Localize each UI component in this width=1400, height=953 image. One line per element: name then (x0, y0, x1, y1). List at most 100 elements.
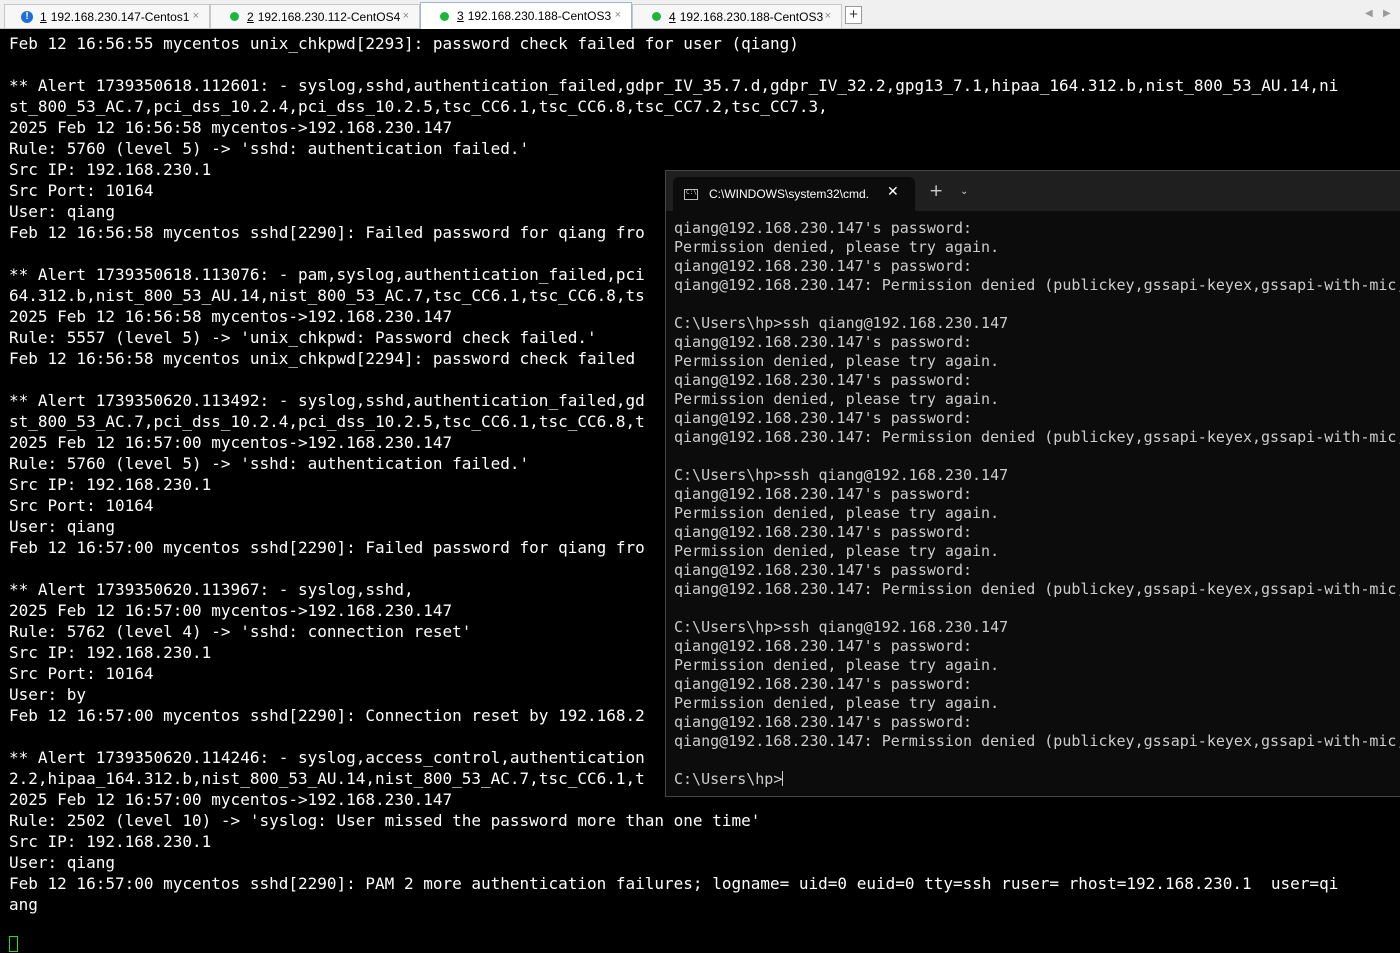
terminal-line: st_800_53_AC.7,pci_dss_10.2.4,pci_dss_10… (9, 97, 828, 116)
cmd-console[interactable]: qiang@192.168.230.147's password: Permiss… (666, 211, 1400, 796)
cmd-text-cursor (782, 771, 784, 786)
terminal-line: Rule: 5762 (level 4) -> 'sshd: connectio… (9, 622, 472, 641)
terminal-line: Feb 12 16:56:58 mycentos unix_chkpwd[229… (9, 349, 636, 368)
terminal-line: Src IP: 192.168.230.1 (9, 475, 212, 494)
tab-label: 192.168.230.188-CentOS3 (467, 9, 612, 23)
cmd-line: qiang@192.168.230.147's password: (674, 523, 973, 541)
cmd-tab[interactable]: C:\ C:\WINDOWS\system32\cmd. ✕ (673, 177, 915, 211)
terminal-line: Rule: 5760 (level 5) -> 'sshd: authentic… (9, 139, 530, 158)
terminal-line: User: qiang (9, 517, 115, 536)
cmd-line: qiang@192.168.230.147: Permission denied… (674, 732, 1400, 750)
connected-status-icon (230, 12, 239, 21)
cmd-line: Permission denied, please try again. (674, 390, 1000, 408)
session-tab-3[interactable]: 3 192.168.230.188-CentOS3 × (420, 2, 632, 29)
session-tab-2[interactable]: 2 192.168.230.112-CentOS4 × (210, 4, 420, 28)
terminal-line: Src Port: 10164 (9, 664, 154, 683)
tab-number: 3 (457, 9, 464, 23)
chevron-down-icon[interactable]: ⌄ (960, 186, 968, 197)
terminal-line: ** Alert 1739350618.112601: - syslog,ssh… (9, 76, 1339, 95)
terminal-line: ** Alert 1739350618.113076: - pam,syslog… (9, 265, 645, 284)
tab-number: 1 (40, 9, 47, 24)
terminal-line: ang (9, 895, 38, 914)
terminal-line: User: qiang (9, 202, 115, 221)
cmd-line: qiang@192.168.230.147's password: (674, 371, 973, 389)
session-tab-bar: ! 1 192.168.230.147-Centos1 × 2 192.168.… (0, 0, 1400, 29)
terminal-line: Rule: 5760 (level 5) -> 'sshd: authentic… (9, 454, 530, 473)
connected-status-icon (652, 12, 661, 21)
terminal-line: Feb 12 16:56:58 mycentos sshd[2290]: Fai… (9, 223, 645, 242)
tab-number: 2 (247, 9, 254, 24)
cmd-line: Permission denied, please try again. (674, 694, 1000, 712)
terminal-line: ** Alert 1739350620.114246: - syslog,acc… (9, 748, 645, 767)
cmd-line: qiang@192.168.230.147's password: (674, 713, 973, 731)
cmd-line: Permission denied, please try again. (674, 542, 1000, 560)
cmd-window[interactable]: C:\ C:\WINDOWS\system32\cmd. ✕ + ⌄ qiang… (665, 170, 1400, 797)
terminal-line: 2.2,hipaa_164.312.b,nist_800_53_AU.14,ni… (9, 769, 645, 788)
terminal-line: ** Alert 1739350620.113492: - syslog,ssh… (9, 391, 645, 410)
cmd-prompt-icon: C:\ (684, 189, 698, 200)
cmd-title-bar[interactable]: C:\ C:\WINDOWS\system32\cmd. ✕ + ⌄ (666, 171, 1400, 211)
terminal-line: 2025 Feb 12 16:57:00 mycentos->192.168.2… (9, 433, 453, 452)
terminal-line: User: by (9, 685, 87, 704)
close-tab-icon[interactable]: × (615, 9, 621, 21)
new-tab-button[interactable]: + (929, 183, 943, 200)
cmd-line: qiang@192.168.230.147's password: (674, 561, 973, 579)
cmd-line: Permission denied, please try again. (674, 238, 1000, 256)
terminal-line: Src Port: 10164 (9, 496, 154, 515)
close-icon[interactable]: ✕ (887, 184, 899, 200)
terminal-line: 2025 Feb 12 16:57:00 mycentos->192.168.2… (9, 601, 453, 620)
cmd-line: qiang@192.168.230.147's password: (674, 333, 973, 351)
cmd-line: qiang@192.168.230.147's password: (674, 257, 973, 275)
terminal-line: ** Alert 1739350620.113967: - syslog,ssh… (9, 580, 414, 599)
cmd-line: qiang@192.168.230.147's password: (674, 219, 973, 237)
terminal-line: Feb 12 16:57:00 mycentos sshd[2290]: Con… (9, 706, 645, 725)
warning-icon: ! (21, 10, 33, 23)
cmd-line: Permission denied, please try again. (674, 504, 1000, 522)
cmd-line: C:\Users\hp>ssh qiang@192.168.230.147 (674, 466, 1009, 484)
cmd-line: Permission denied, please try again. (674, 656, 1000, 674)
cmd-icon-text: C:\ (686, 189, 697, 196)
terminal-line: Rule: 2502 (level 10) -> 'syslog: User m… (9, 811, 761, 830)
terminal-line: Feb 12 16:57:00 mycentos sshd[2290]: Fai… (9, 538, 645, 557)
tab-number: 4 (669, 9, 676, 24)
terminal-line: 2025 Feb 12 16:57:00 mycentos->192.168.2… (9, 790, 453, 809)
terminal-line: Rule: 5557 (level 5) -> 'unix_chkpwd: Pa… (9, 328, 597, 347)
cmd-line: qiang@192.168.230.147's password: (674, 485, 973, 503)
cmd-line: qiang@192.168.230.147: Permission denied… (674, 428, 1400, 446)
terminal-line: Src IP: 192.168.230.1 (9, 160, 212, 179)
tab-label: 192.168.230.147-Centos1 (50, 9, 190, 24)
terminal-line: st_800_53_AC.7,pci_dss_10.2.4,pci_dss_10… (9, 412, 645, 431)
close-tab-icon[interactable]: × (193, 10, 199, 22)
cmd-line: qiang@192.168.230.147's password: (674, 675, 973, 693)
terminal-line: Feb 12 16:57:00 mycentos sshd[2290]: PAM… (9, 874, 1339, 893)
close-tab-icon[interactable]: × (403, 10, 409, 22)
cmd-line: qiang@192.168.230.147: Permission denied… (674, 276, 1400, 294)
terminal-line: 2025 Feb 12 16:56:58 mycentos->192.168.2… (9, 307, 453, 326)
tab-label: 192.168.230.188-CentOS3 (679, 9, 824, 24)
terminal-line: 2025 Feb 12 16:56:58 mycentos->192.168.2… (9, 118, 453, 137)
terminal-line: Src IP: 192.168.230.1 (9, 832, 212, 851)
terminal-line: Src Port: 10164 (9, 181, 154, 200)
terminal-line: 64.312.b,nist_800_53_AU.14,nist_800_53_A… (9, 286, 645, 305)
terminal-line: User: qiang (9, 853, 115, 872)
scroll-tabs-left-icon[interactable]: ◀ (1365, 8, 1373, 19)
cmd-line: qiang@192.168.230.147: Permission denied… (674, 580, 1400, 598)
new-tab-button[interactable]: + (845, 6, 862, 24)
tab-label: 192.168.230.112-CentOS4 (257, 9, 401, 24)
cmd-line: Permission denied, please try again. (674, 352, 1000, 370)
cmd-tab-title: C:\WINDOWS\system32\cmd. (709, 187, 870, 201)
terminal-line: Src IP: 192.168.230.1 (9, 643, 212, 662)
terminal-line: Feb 12 16:56:55 mycentos unix_chkpwd[229… (9, 34, 799, 53)
cmd-line: qiang@192.168.230.147's password: (674, 409, 973, 427)
session-tab-1[interactable]: ! 1 192.168.230.147-Centos1 × (4, 4, 210, 28)
cmd-line: qiang@192.168.230.147's password: (674, 637, 973, 655)
cmd-line: C:\Users\hp>ssh qiang@192.168.230.147 (674, 314, 1009, 332)
scroll-tabs-right-icon[interactable]: ▶ (1383, 8, 1391, 19)
cmd-prompt: C:\Users\hp> (674, 770, 783, 788)
cmd-line: C:\Users\hp>ssh qiang@192.168.230.147 (674, 618, 1009, 636)
cmd-prompt-line[interactable]: C:\Users\hp> (674, 770, 784, 789)
close-tab-icon[interactable]: × (825, 10, 831, 22)
terminal-cursor (9, 936, 18, 952)
connected-status-icon (440, 11, 449, 21)
session-tab-4[interactable]: 4 192.168.230.188-CentOS3 × (632, 4, 842, 28)
